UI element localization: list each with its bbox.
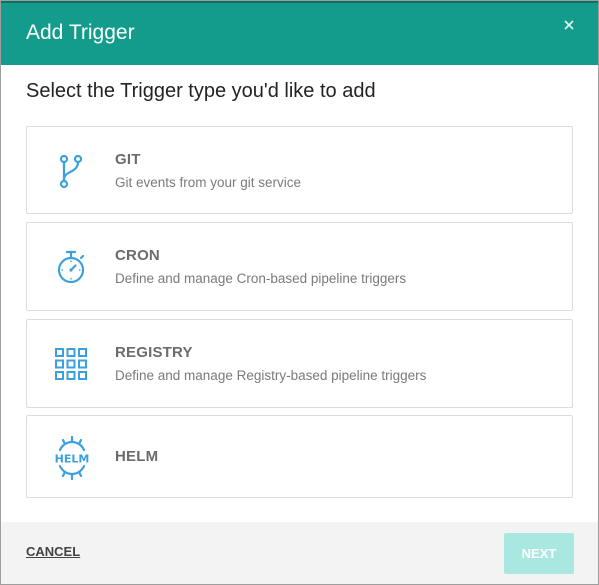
close-button[interactable] (560, 13, 580, 37)
trigger-type-title: CRON (115, 247, 160, 264)
grid-icon (51, 344, 91, 384)
add-trigger-dialog: Add Trigger Select the Trigger type you'… (0, 0, 599, 585)
dialog-footer: CANCEL NEXT (1, 522, 598, 584)
next-button[interactable]: NEXT (504, 533, 574, 574)
stopwatch-icon (51, 247, 91, 287)
trigger-type-cron[interactable]: CRON Define and manage Cron-based pipeli… (26, 222, 573, 311)
trigger-type-title: HELM (115, 448, 159, 465)
dialog-title: Add Trigger (26, 21, 135, 44)
trigger-type-git[interactable]: GIT Git events from your git service (26, 126, 573, 214)
dialog-header: Add Trigger (1, 1, 598, 65)
dialog-subtitle: Select the Trigger type you'd like to ad… (26, 80, 376, 102)
trigger-type-description: Git events from your git service (115, 175, 302, 190)
cancel-button[interactable]: CANCEL (26, 544, 80, 559)
trigger-type-title: REGISTRY (115, 344, 193, 361)
trigger-type-description: Define and manage Registry-based pipelin… (115, 368, 427, 383)
trigger-type-description: Define and manage Cron-based pipeline tr… (115, 271, 407, 286)
helm-icon-text: HELM (55, 453, 90, 466)
git-branch-icon (51, 151, 91, 191)
trigger-type-registry[interactable]: REGISTRY Define and manage Registry-base… (26, 319, 573, 408)
trigger-type-title: GIT (115, 151, 141, 168)
trigger-type-helm[interactable]: HELM HELM (26, 415, 573, 498)
helm-icon: HELM (49, 435, 95, 481)
close-icon (564, 20, 574, 30)
